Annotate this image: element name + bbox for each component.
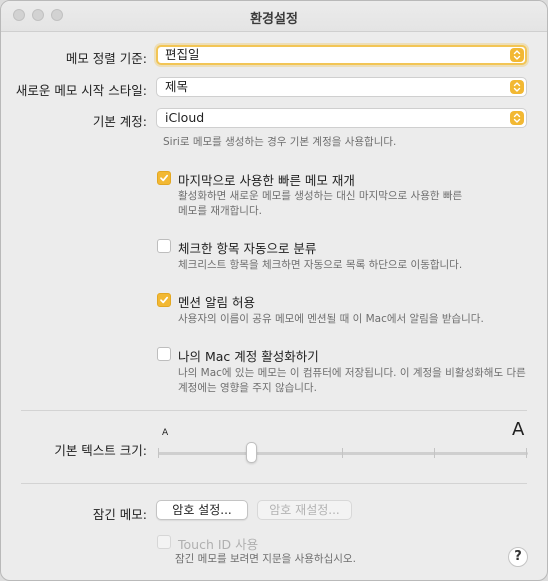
touch-id-hint: 잠긴 메모를 보려면 지문을 사용하십시오. xyxy=(175,553,356,565)
resume-quick-note-label: 마지막으로 사용한 빠른 메모 재개 xyxy=(178,173,355,188)
sort-checked-items-checkbox[interactable] xyxy=(157,239,171,253)
mention-notifications-desc: 사용자의 이름이 공유 메모에 멘션될 때 이 Mac에서 알림을 받습니다. xyxy=(178,313,484,325)
new-note-style-label: 새로운 메모 시작 스타일: xyxy=(15,83,147,98)
default-account-value: iCloud xyxy=(165,110,205,125)
slider-tick xyxy=(158,448,159,458)
slider-tick xyxy=(434,448,435,458)
sort-value: 편집일 xyxy=(165,47,200,62)
default-account-select[interactable]: iCloud xyxy=(156,108,527,128)
default-account-label: 기본 계정: xyxy=(92,114,147,129)
sort-label: 메모 정렬 기준: xyxy=(65,51,147,66)
sort-checked-items-label: 체크한 항목 자동으로 분류 xyxy=(178,241,317,256)
touch-id-label: Touch ID 사용 xyxy=(178,537,259,552)
small-text-glyph: A xyxy=(162,428,169,438)
text-size-slider-track[interactable] xyxy=(158,452,528,455)
slider-tick xyxy=(342,448,343,458)
slider-tick xyxy=(526,448,527,458)
locked-notes-label: 잠긴 메모: xyxy=(92,507,147,522)
on-my-mac-account-label: 나의 Mac 계정 활성화하기 xyxy=(178,349,319,364)
sort-checked-items-desc: 체크리스트 항목을 체크하면 자동으로 목록 하단으로 이동합니다. xyxy=(178,259,463,271)
text-size-label: 기본 텍스트 크기: xyxy=(54,443,147,458)
mention-notifications-label: 멘션 알림 허용 xyxy=(178,295,255,310)
preferences-window: 환경설정 메모 정렬 기준: 편집일 새로운 메모 시작 스타일: 제목 기본 … xyxy=(0,0,548,581)
divider xyxy=(21,410,527,411)
title-bar: 환경설정 xyxy=(1,1,547,32)
chevron-updown-icon xyxy=(510,111,524,125)
chevron-updown-icon xyxy=(510,48,524,62)
resume-quick-note-desc-line2: 메모를 재개합니다. xyxy=(178,205,262,217)
new-note-style-select[interactable]: 제목 xyxy=(156,77,527,97)
on-my-mac-account-desc-line2: 계정에는 영향을 주지 않습니다. xyxy=(178,382,317,394)
text-size-slider-thumb[interactable] xyxy=(246,442,257,463)
default-account-hint: Siri로 메모를 생성하는 경우 기본 계정을 사용합니다. xyxy=(163,136,397,148)
divider xyxy=(21,483,527,484)
chevron-updown-icon xyxy=(510,80,524,94)
reset-password-button[interactable]: 암호 재설정... xyxy=(257,500,352,520)
help-button[interactable]: ? xyxy=(508,547,528,567)
new-note-style-value: 제목 xyxy=(165,79,189,94)
resume-quick-note-desc-line1: 활성화하면 새로운 메모를 생성하는 대신 마지막으로 사용한 빠른 xyxy=(178,190,463,202)
large-text-glyph: A xyxy=(512,419,525,440)
window-title: 환경설정 xyxy=(250,12,298,27)
on-my-mac-account-desc-line1: 나의 Mac에 있는 메모는 이 컴퓨터에 저장됩니다. 이 계정을 비활성화해… xyxy=(178,367,526,379)
resume-quick-note-checkbox[interactable] xyxy=(157,171,171,185)
touch-id-checkbox[interactable] xyxy=(157,535,171,549)
sort-select[interactable]: 편집일 xyxy=(156,45,527,65)
mention-notifications-checkbox[interactable] xyxy=(157,293,171,307)
on-my-mac-account-checkbox[interactable] xyxy=(157,347,171,361)
set-password-button[interactable]: 암호 설정... xyxy=(156,500,248,520)
